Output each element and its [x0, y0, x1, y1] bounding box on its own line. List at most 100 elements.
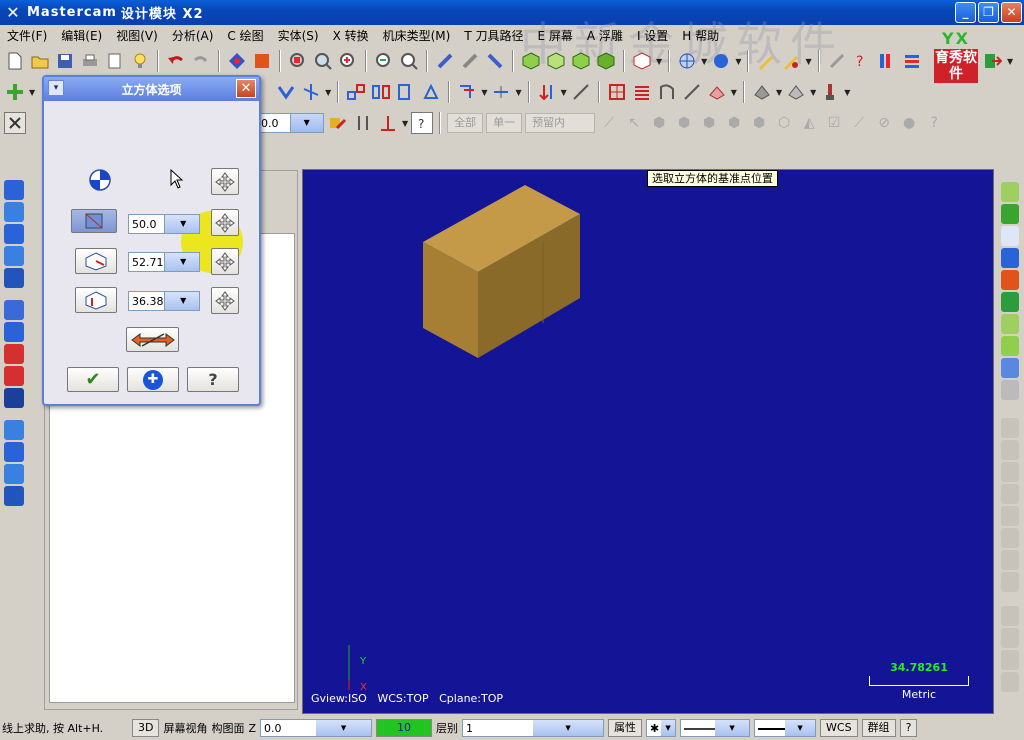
axes-icon[interactable]: [377, 112, 399, 134]
attributes-button[interactable]: 属性: [608, 719, 643, 737]
add-icon[interactable]: [4, 81, 26, 103]
dropdown-arrow-icon[interactable]: ▼: [715, 720, 750, 736]
select-single-button[interactable]: 单一: [486, 113, 523, 133]
menu-help[interactable]: H 帮助: [675, 27, 726, 44]
width-field[interactable]: 50.0 ▼: [128, 214, 200, 234]
undelete-icon[interactable]: [459, 50, 481, 72]
open-file-icon[interactable]: [29, 50, 51, 72]
select-length-button[interactable]: [211, 248, 239, 275]
extrude-icon[interactable]: [4, 322, 24, 342]
dialog-close-button[interactable]: ✕: [236, 79, 256, 98]
groups-button[interactable]: 群组: [861, 719, 896, 737]
line-width-combo[interactable]: ▼: [754, 719, 817, 737]
fillet-icon[interactable]: [4, 246, 24, 266]
solid-feature-icon[interactable]: [275, 81, 297, 103]
line-style-combo[interactable]: ▼: [680, 719, 751, 737]
layer-label[interactable]: 层别: [436, 720, 458, 736]
loft-icon[interactable]: [4, 388, 24, 408]
help-button-icon[interactable]: ?: [411, 112, 434, 134]
menu-art[interactable]: A 浮雕: [580, 27, 630, 44]
blue-arrow-icon[interactable]: [1001, 248, 1019, 268]
target-icon[interactable]: [1001, 270, 1019, 290]
select-all-button[interactable]: 全部: [447, 113, 484, 133]
dropdown-arrow-icon[interactable]: ▼: [481, 88, 487, 97]
dropdown-arrow-icon[interactable]: ▼: [163, 292, 199, 310]
chamfer-icon[interactable]: [681, 81, 703, 103]
restore-button[interactable]: ❐: [978, 2, 999, 23]
scale-icon[interactable]: [420, 81, 442, 103]
profile-icon[interactable]: [656, 81, 678, 103]
dialog-title-bar[interactable]: ▾ 立方体选项 ✕: [44, 77, 259, 101]
offset-icon[interactable]: [456, 81, 478, 103]
clamp-icon[interactable]: [352, 112, 374, 134]
menu-analyze[interactable]: 分析(A): [165, 27, 221, 44]
edit-pencil-icon[interactable]: [780, 50, 802, 72]
break-icon[interactable]: [490, 81, 512, 103]
length-field[interactable]: 52.7167▼: [128, 252, 200, 272]
analyze-icon[interactable]: [826, 50, 848, 72]
cube-side-icon[interactable]: [595, 50, 617, 72]
point-style-combo[interactable]: ✱ ▼: [646, 719, 677, 737]
help-query-icon[interactable]: ?: [851, 50, 873, 72]
solid-box-icon[interactable]: [4, 300, 24, 320]
construction-plane-button[interactable]: 构图面: [211, 720, 244, 736]
dialog-menu-button[interactable]: ▾: [48, 80, 64, 96]
boolean-icon[interactable]: [4, 442, 24, 462]
sphere-icon[interactable]: [710, 50, 732, 72]
blank-icon[interactable]: [484, 50, 506, 72]
menu-solids[interactable]: 实体(S): [271, 27, 326, 44]
cancel-x-icon[interactable]: [4, 112, 26, 134]
dropdown-arrow-icon[interactable]: ▼: [289, 114, 323, 132]
sort-icon[interactable]: [536, 81, 558, 103]
translate-icon[interactable]: [345, 81, 367, 103]
select-pencil-icon[interactable]: [327, 112, 349, 134]
zoom-out-icon[interactable]: [398, 50, 420, 72]
reverse-direction-button[interactable]: [126, 327, 179, 352]
dropdown-arrow-icon[interactable]: ▼: [805, 57, 811, 66]
menu-screen[interactable]: E 屏幕: [531, 27, 580, 44]
line-icon[interactable]: [4, 202, 24, 222]
rotate-icon[interactable]: [395, 81, 417, 103]
dropdown-arrow-icon[interactable]: ▼: [561, 88, 567, 97]
dropdown-arrow-icon[interactable]: ▼: [701, 57, 707, 66]
arc-icon[interactable]: [4, 224, 24, 244]
solid-layer-icon[interactable]: [785, 81, 807, 103]
sweep-icon[interactable]: [4, 366, 24, 386]
page-icon[interactable]: [1001, 226, 1019, 246]
revolve-icon[interactable]: [4, 344, 24, 364]
fit-icon[interactable]: [287, 50, 309, 72]
dropdown-arrow-icon[interactable]: ▼: [776, 88, 782, 97]
levels-icon[interactable]: [901, 50, 923, 72]
dropdown-arrow-icon[interactable]: ▼: [810, 88, 816, 97]
dropdown-arrow-icon[interactable]: ▼: [316, 720, 372, 736]
cube-solid-icon[interactable]: [1001, 336, 1019, 356]
menu-xform[interactable]: X 转换: [326, 27, 376, 44]
status-help-button[interactable]: ?: [899, 719, 918, 737]
dropdown-arrow-icon[interactable]: ▼: [29, 88, 35, 97]
dropdown-arrow-icon[interactable]: ▼: [325, 88, 331, 97]
z-depth-status-value[interactable]: 0.0: [261, 722, 316, 735]
height-toggle-button[interactable]: [75, 287, 117, 313]
drafting-icon[interactable]: [570, 81, 592, 103]
help-button[interactable]: ?: [187, 367, 239, 392]
solid-box[interactable]: [423, 185, 580, 358]
color-bars-icon[interactable]: [876, 50, 898, 72]
zoom-window-icon[interactable]: [312, 50, 334, 72]
trim-icon[interactable]: [300, 81, 322, 103]
draft-icon[interactable]: [4, 464, 24, 484]
layers-icon[interactable]: [4, 486, 24, 506]
length-value[interactable]: 52.7167: [129, 256, 164, 269]
unzoom-icon[interactable]: [373, 50, 395, 72]
graphics-viewport[interactable]: 选取立方体的基准点位置 Y X Gview:ISO WCS:TOP Cplane…: [302, 169, 994, 714]
menu-view[interactable]: 视图(V): [109, 27, 165, 44]
select-width-button[interactable]: [211, 209, 239, 236]
ok-button[interactable]: ✔: [67, 367, 119, 392]
dropdown-arrow-icon[interactable]: ▼: [661, 720, 676, 736]
menu-toolpaths[interactable]: T 刀具路径: [457, 27, 530, 44]
shade-icon[interactable]: [251, 50, 273, 72]
length-toggle-button[interactable]: [75, 248, 117, 274]
width-value[interactable]: 50.0: [129, 218, 164, 231]
width-toggle-button[interactable]: [71, 209, 117, 233]
cube-wire-icon[interactable]: [1001, 314, 1019, 334]
dropdown-arrow-icon[interactable]: ▼: [533, 720, 604, 736]
